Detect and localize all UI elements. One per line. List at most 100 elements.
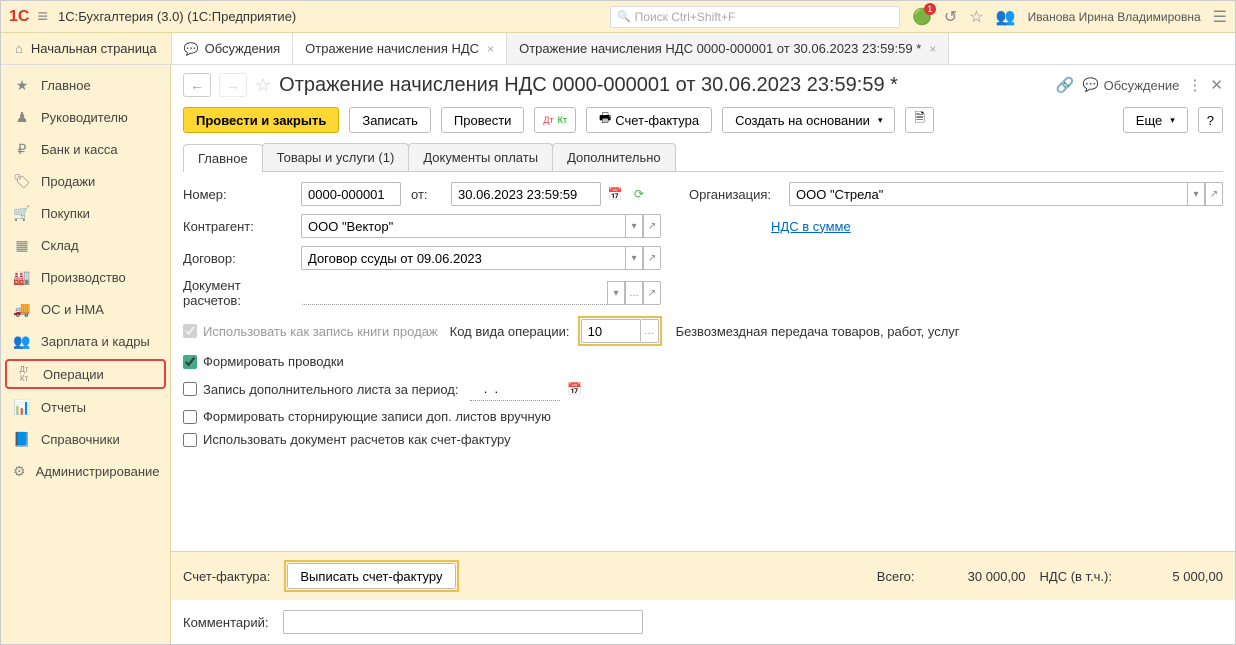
invoice-button[interactable]: 🖶Счет-фактура (586, 107, 712, 133)
sidebar-item-salary[interactable]: 👥Зарплата и кадры (1, 325, 170, 357)
settle-input[interactable] (301, 281, 607, 305)
close-icon[interactable]: × (487, 42, 494, 56)
sidebar-item-label: Зарплата и кадры (41, 334, 150, 349)
checkbox (183, 324, 197, 338)
tab-discussions[interactable]: 💬 Обсуждения (172, 33, 294, 64)
attach-button[interactable]: 🗎 (905, 107, 933, 133)
notifications-icon[interactable]: 🟢1 (912, 7, 932, 27)
grid-icon: ▦ (13, 237, 31, 254)
sidebar-item-bank[interactable]: ₽Банк и касса (1, 133, 170, 165)
sidebar-item-purchases[interactable]: 🛒Покупки (1, 197, 170, 229)
extra-date-input[interactable] (470, 377, 560, 401)
number-input[interactable] (301, 182, 401, 206)
dropdown-icon[interactable]: ▾ (625, 214, 643, 238)
checkbox[interactable] (183, 410, 197, 424)
nav-back-button[interactable]: ← (183, 73, 211, 97)
sidebar-item-assets[interactable]: 🚚ОС и НМА (1, 293, 170, 325)
invoice-label: Счет-фактура (615, 113, 699, 128)
org-input[interactable] (789, 182, 1187, 206)
sidebar-item-label: Склад (41, 238, 79, 253)
sidebar: ★Главное ♟Руководителю ₽Банк и касса 🏷Пр… (1, 65, 171, 644)
nds-mode-link[interactable]: НДС в сумме (771, 219, 851, 234)
checkbox[interactable] (183, 433, 197, 447)
open-icon[interactable]: ↗ (643, 214, 661, 238)
more-icon[interactable]: ⋮ (1187, 76, 1202, 94)
settings-icon[interactable]: ☰ (1213, 7, 1227, 27)
nav-forward-button[interactable]: → (219, 73, 247, 97)
checkbox[interactable] (183, 355, 197, 369)
create-based-button[interactable]: Создать на основании▾ (722, 107, 895, 133)
checkbox[interactable] (183, 382, 197, 396)
sidebar-item-production[interactable]: 🏭Производство (1, 261, 170, 293)
dropdown-icon[interactable]: ▾ (607, 281, 625, 305)
checkbox-label: Использовать документ расчетов как счет-… (203, 432, 511, 447)
dtkt-button[interactable]: ДтКт (534, 107, 576, 133)
checkbox-label: Формировать сторнирующие записи доп. лис… (203, 409, 551, 424)
ellipsis-icon[interactable]: … (625, 281, 643, 305)
refresh-icon[interactable]: ⟳ (629, 187, 649, 201)
more-button[interactable]: Еще▾ (1123, 107, 1188, 133)
contract-input[interactable] (301, 246, 625, 270)
favorite-star-icon[interactable]: ☆ (255, 75, 271, 96)
open-icon[interactable]: ↗ (1205, 182, 1223, 206)
form-tab-goods[interactable]: Товары и услуги (1) (262, 143, 410, 171)
link-icon[interactable]: 🔗 (1056, 76, 1075, 94)
use-sales-book-checkbox: Использовать как запись книги продаж (183, 324, 438, 339)
sidebar-item-label: Производство (41, 270, 126, 285)
sidebar-item-operations[interactable]: Дт КтОперации (5, 359, 166, 389)
main-content: ← → ☆ Отражение начисления НДС 0000-0000… (171, 65, 1235, 644)
open-icon[interactable]: ↗ (643, 246, 661, 270)
tab-nds-list[interactable]: Отражение начисления НДС × (293, 33, 507, 64)
tab-label: Обсуждения (205, 41, 281, 56)
notifications-badge: 1 (924, 3, 936, 15)
sidebar-item-label: Банк и касса (41, 142, 118, 157)
form-tab-payments[interactable]: Документы оплаты (408, 143, 553, 171)
tab-nds-doc[interactable]: Отражение начисления НДС 0000-000001 от … (507, 33, 949, 64)
calendar-icon[interactable]: 📅 (605, 187, 625, 201)
tab-home[interactable]: ⌂ Начальная страница (1, 33, 172, 64)
use-settle-invoice-checkbox[interactable]: Использовать документ расчетов как счет-… (183, 432, 511, 447)
sidebar-item-reports[interactable]: 📊Отчеты (1, 391, 170, 423)
opcode-input[interactable] (581, 319, 641, 343)
date-input[interactable] (451, 182, 601, 206)
sidebar-item-refs[interactable]: 📘Справочники (1, 423, 170, 455)
post-and-close-button[interactable]: Провести и закрыть (183, 107, 339, 133)
favorites-icon[interactable]: ☆ (969, 7, 983, 27)
close-doc-icon[interactable]: ✕ (1210, 76, 1223, 94)
ellipsis-icon[interactable]: … (641, 319, 659, 343)
sidebar-item-admin[interactable]: ⚙Администрирование (1, 455, 170, 487)
form-entries-checkbox[interactable]: Формировать проводки (183, 354, 344, 369)
post-button[interactable]: Провести (441, 107, 525, 133)
open-icon[interactable]: ↗ (643, 281, 661, 305)
form-tab-extra[interactable]: Дополнительно (552, 143, 676, 171)
checkbox-label: Формировать проводки (203, 354, 344, 369)
discuss-button[interactable]: 💬Обсуждение (1082, 77, 1179, 93)
user-icon[interactable]: 👥 (996, 7, 1016, 27)
sidebar-item-main[interactable]: ★Главное (1, 69, 170, 101)
sidebar-item-stock[interactable]: ▦ Склад (1, 229, 170, 261)
comment-input[interactable] (283, 610, 643, 634)
toolbar: Провести и закрыть Записать Провести ДтК… (171, 105, 1235, 143)
sidebar-item-sales[interactable]: 🏷Продажи (1, 165, 170, 197)
sidebar-item-label: Покупки (41, 206, 90, 221)
contr-label: Контрагент: (183, 219, 301, 234)
discuss-icon: 💬 (184, 42, 199, 56)
user-name[interactable]: Иванова Ирина Владимировна (1028, 10, 1201, 24)
sidebar-item-label: Продажи (41, 174, 95, 189)
dropdown-icon[interactable]: ▾ (625, 246, 643, 270)
close-icon[interactable]: × (929, 42, 936, 56)
form-tab-main[interactable]: Главное (183, 144, 263, 172)
storno-checkbox[interactable]: Формировать сторнирующие записи доп. лис… (183, 409, 551, 424)
settle-label: Документ расчетов: (183, 278, 301, 308)
calendar-icon[interactable]: 📅 (564, 382, 584, 396)
help-button[interactable]: ? (1198, 107, 1223, 133)
contr-input[interactable] (301, 214, 625, 238)
write-invoice-button[interactable]: Выписать счет-фактуру (287, 563, 455, 589)
dropdown-icon[interactable]: ▾ (1187, 182, 1205, 206)
extra-sheet-checkbox[interactable]: Запись дополнительного листа за период: (183, 382, 458, 397)
sidebar-item-manager[interactable]: ♟Руководителю (1, 101, 170, 133)
global-search[interactable]: Поиск Ctrl+Shift+F (610, 6, 900, 28)
save-button[interactable]: Записать (349, 107, 431, 133)
hamburger-icon[interactable]: ≡ (37, 6, 48, 27)
history-icon[interactable]: ↺ (944, 7, 957, 27)
